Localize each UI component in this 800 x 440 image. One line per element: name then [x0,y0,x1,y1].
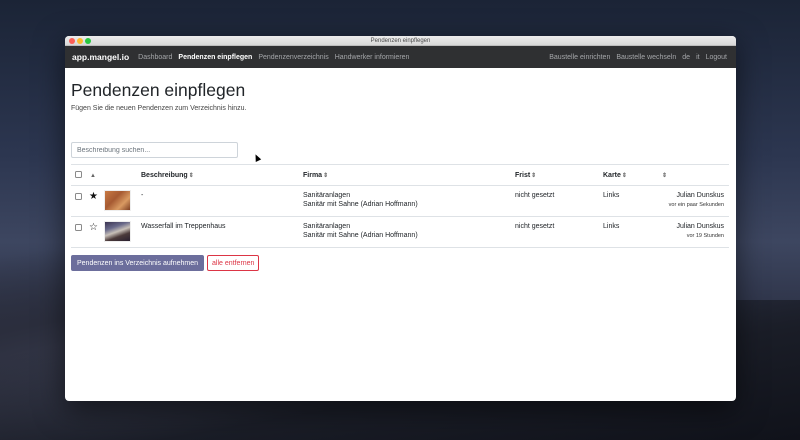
row-checkbox[interactable] [75,224,82,231]
row-firma: Sanitäranlagen Sanitär mit Sahne (Adrian… [303,216,515,248]
row-firma-category: Sanitäranlagen [303,192,351,199]
header-karte[interactable]: Karte⇕ [603,164,661,186]
row-timestamp: vor 19 Stunden [686,233,724,239]
row-user-name: Julian Dunskus [676,192,724,199]
nav-pendenzen-einpflegen[interactable]: Pendenzen einpflegen [178,54,252,61]
nav-baustelle-einrichten[interactable]: Baustelle einrichten [549,54,610,61]
lang-de[interactable]: de [682,54,690,61]
window-title: Pendenzen einpflegen [370,38,431,44]
row-select-cell [71,216,86,248]
row-karte: Links [603,216,661,248]
row-star-cell: ☆ [86,216,104,248]
issue-thumbnail[interactable] [104,221,131,242]
header-star-sort[interactable]: ▲ [86,164,104,186]
browser-window: Pendenzen einpflegen app.mangel.io Dashb… [65,36,736,401]
add-to-register-button[interactable]: Pendenzen ins Verzeichnis aufnehmen [71,255,205,271]
sort-icon: ⇕ [188,172,194,179]
row-select-cell [71,185,86,217]
nav-links: Dashboard Pendenzen einpflegen Pendenzen… [138,54,415,61]
header-user[interactable]: ⇕ [661,164,729,186]
row-timestamp: vor ein paar Sekunden [668,202,724,208]
logout-link[interactable]: Logout [706,54,727,61]
sort-icon: ⇕ [531,172,537,179]
row-image-cell [104,185,141,217]
header-karte-label: Karte [603,171,621,179]
navbar: app.mangel.io Dashboard Pendenzen einpfl… [65,46,736,68]
header-firma[interactable]: Firma⇕ [303,164,515,186]
table-row[interactable]: ★ - Sanitäranlagen Sanitär mit Sahne (Ad… [71,185,729,217]
row-beschreibung: - [141,185,303,217]
row-firma-name: Sanitär mit Sahne (Adrian Hoffmann) [303,201,418,208]
row-frist: nicht gesetzt [515,185,603,217]
mouse-cursor-icon [252,153,262,162]
star-outline-icon[interactable]: ☆ [89,222,98,233]
row-user: Julian Dunskus vor 19 Stunden [661,216,729,248]
header-firma-label: Firma [303,171,323,179]
header-select-cell [71,164,86,186]
row-beschreibung: Wasserfall im Treppenhaus [141,216,303,248]
row-frist: nicht gesetzt [515,216,603,248]
header-image [104,164,141,186]
action-bar: Pendenzen ins Verzeichnis aufnehmen alle… [71,255,729,271]
sort-asc-icon: ▲ [90,172,96,179]
issue-thumbnail[interactable] [104,190,131,211]
table-header-row: ▲ Beschreibung⇕ Firma⇕ Frist⇕ Karte⇕ ⇕ [71,164,729,186]
brand-logo[interactable]: app.mangel.io [72,52,129,62]
row-user-name: Julian Dunskus [676,223,724,230]
sort-icon: ⇕ [323,172,329,179]
page-title: Pendenzen einpflegen [71,80,246,100]
lang-it[interactable]: it [696,54,700,61]
nav-baustelle-wechseln[interactable]: Baustelle wechseln [616,54,676,61]
row-checkbox[interactable] [75,193,82,200]
main-content: Pendenzen einpflegen Fügen Sie die neuen… [65,80,736,271]
nav-right-links: Baustelle einrichten Baustelle wechseln … [549,54,729,61]
row-firma: Sanitäranlagen Sanitär mit Sahne (Adrian… [303,185,515,217]
page-subtitle: Fügen Sie die neuen Pendenzen zum Verzei… [71,105,247,112]
star-filled-icon[interactable]: ★ [89,191,98,202]
select-all-checkbox[interactable] [75,171,82,179]
row-star-cell: ★ [86,185,104,217]
header-frist-label: Frist [515,171,531,179]
header-frist[interactable]: Frist⇕ [515,164,603,186]
table-row[interactable]: ☆ Wasserfall im Treppenhaus Sanitäranlag… [71,216,729,248]
window-titlebar: Pendenzen einpflegen [65,36,736,46]
remove-all-button[interactable]: alle entfernen [207,255,260,271]
sort-icon: ⇕ [662,172,668,179]
nav-pendenzenverzeichnis[interactable]: Pendenzenverzeichnis [258,54,328,61]
pendenzen-table: ▲ Beschreibung⇕ Firma⇕ Frist⇕ Karte⇕ ⇕ ★… [71,164,729,248]
nav-handwerker-informieren[interactable]: Handwerker informieren [335,54,410,61]
row-user: Julian Dunskus vor ein paar Sekunden [661,185,729,217]
search-input[interactable] [71,142,238,158]
row-firma-category: Sanitäranlagen [303,223,351,230]
sort-icon: ⇕ [621,172,627,179]
header-beschreibung[interactable]: Beschreibung⇕ [141,164,303,186]
nav-dashboard[interactable]: Dashboard [138,54,172,61]
row-firma-name: Sanitär mit Sahne (Adrian Hoffmann) [303,232,418,239]
row-karte: Links [603,185,661,217]
header-beschreibung-label: Beschreibung [141,171,188,179]
row-image-cell [104,216,141,248]
